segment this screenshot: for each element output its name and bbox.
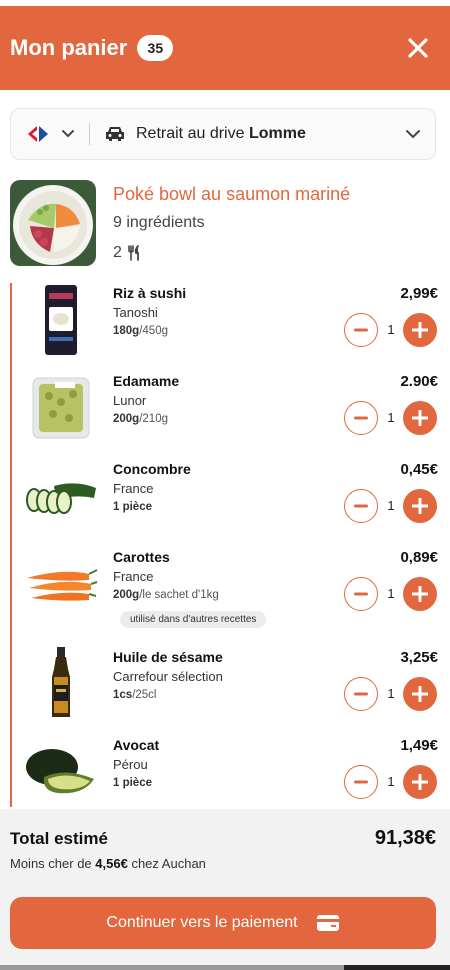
increase-button[interactable] (403, 313, 437, 347)
minus-icon (354, 416, 368, 420)
minus-icon (354, 592, 368, 596)
product-name: Carottes (113, 549, 170, 565)
product-origin: Pérou (113, 757, 148, 772)
product-image-avocado (22, 735, 100, 809)
car-icon (106, 127, 124, 141)
product-brand: Lunor (113, 393, 147, 408)
plus-icon (412, 774, 428, 790)
recipe-servings: 2 (113, 244, 141, 262)
product-name: Riz à sushi (113, 285, 187, 301)
plus-icon (412, 322, 428, 338)
decrease-button[interactable] (344, 489, 378, 523)
quantity-value: 1 (387, 410, 395, 425)
store-selector[interactable]: Retrait au drive Lomme (10, 108, 436, 160)
page-title: Mon panier (10, 35, 128, 60)
product-quantity: 180g/450g (113, 325, 168, 337)
product-image-sesame-oil (22, 647, 100, 721)
decrease-button[interactable] (344, 401, 378, 435)
increase-button[interactable] (403, 577, 437, 611)
increase-button[interactable] (403, 677, 437, 711)
product-image-cucumber (22, 459, 100, 533)
quantity-value: 1 (387, 686, 395, 701)
recipe-image (10, 180, 96, 266)
servings-count: 2 (113, 244, 122, 261)
carrefour-logo-icon (28, 126, 48, 142)
drive-prefix: Retrait au drive (136, 125, 245, 142)
minus-icon (354, 780, 368, 784)
quantity-value: 1 (387, 498, 395, 513)
credit-card-icon (316, 915, 339, 931)
product-image-carrots (22, 547, 100, 621)
decrease-button[interactable] (344, 765, 378, 799)
product-quantity: 1 pièce (113, 777, 152, 789)
plus-icon (412, 686, 428, 702)
recipe-card[interactable]: Poké bowl au saumon mariné 9 ingrédients… (10, 180, 440, 270)
product-price: 2,99€ (400, 285, 438, 302)
recipe-ingredients-count: 9 ingrédients (113, 214, 205, 231)
minus-icon (354, 692, 368, 696)
product-price: 3,25€ (400, 649, 438, 666)
product-quantity: 200g/210g (113, 413, 168, 425)
divider (89, 123, 90, 145)
total-value: 91,38€ (374, 827, 436, 849)
product-image-edamame (22, 371, 100, 445)
quantity-value: 1 (387, 774, 395, 789)
bottom-divider (344, 965, 450, 970)
product-brand: Carrefour sélection (113, 669, 223, 684)
drive-selector[interactable]: Retrait au drive Lomme (104, 125, 306, 143)
product-price: 2.90€ (400, 373, 438, 390)
shared-recipe-badge: utilisé dans d'autres recettes (120, 611, 267, 628)
quantity-value: 1 (387, 586, 395, 601)
plus-icon (412, 586, 428, 602)
list-item: Riz à sushi Tanoshi 180g/450g 2,99€ 1 (12, 283, 442, 369)
product-price: 0,89€ (400, 549, 438, 566)
utensils-icon (128, 245, 139, 261)
chevron-down-icon (62, 130, 74, 138)
chevron-down-icon[interactable] (405, 129, 421, 139)
list-item: Huile de sésame Carrefour sélection 1cs/… (12, 647, 442, 733)
decrease-button[interactable] (344, 677, 378, 711)
price-comparison: Moins cher de 4,56€ chez Auchan (10, 856, 206, 871)
increase-button[interactable] (403, 401, 437, 435)
checkout-button[interactable]: Continuer vers le paiement (10, 897, 436, 949)
recipe-name[interactable]: Poké bowl au saumon mariné (113, 184, 350, 205)
total-label: Total estimé (10, 829, 108, 848)
product-origin: France (113, 569, 154, 584)
minus-icon (354, 328, 368, 332)
product-name: Huile de sésame (113, 649, 223, 665)
product-price: 1,49€ (400, 737, 438, 754)
product-brand: Tanoshi (113, 305, 158, 320)
drive-location: Lomme (248, 125, 306, 142)
product-price: 0,45€ (400, 461, 438, 478)
brand-selector[interactable] (25, 125, 75, 143)
list-item: Concombre France 1 pièce 0,45€ 1 (12, 459, 442, 545)
list-item: Carottes France 200g/le sachet d'1kg uti… (12, 547, 442, 633)
cart-header: Mon panier 35 (0, 6, 450, 90)
product-name: Edamame (113, 373, 180, 389)
product-name: Concombre (113, 461, 191, 477)
decrease-button[interactable] (344, 577, 378, 611)
minus-icon (354, 504, 368, 508)
product-image-rice (22, 283, 100, 357)
cart-footer: Total estimé 91,38€ Moins cher de 4,56€ … (0, 809, 450, 970)
product-origin: France (113, 481, 154, 496)
decrease-button[interactable] (344, 313, 378, 347)
plus-icon (412, 498, 428, 514)
product-quantity: 1cs/25cl (113, 689, 157, 701)
plus-icon (412, 410, 428, 426)
product-name: Avocat (113, 737, 160, 753)
quantity-value: 1 (387, 322, 395, 337)
increase-button[interactable] (403, 489, 437, 523)
checkout-label: Continuer vers le paiement (106, 914, 298, 931)
product-quantity: 1 pièce (113, 501, 152, 513)
cart-count-badge: 35 (137, 35, 174, 61)
increase-button[interactable] (403, 765, 437, 799)
product-quantity: 200g/le sachet d'1kg (113, 589, 219, 601)
close-icon[interactable] (406, 36, 430, 60)
ingredients-list: Riz à sushi Tanoshi 180g/450g 2,99€ 1 Ed (10, 283, 440, 807)
list-item: Edamame Lunor 200g/210g 2.90€ 1 (12, 371, 442, 457)
